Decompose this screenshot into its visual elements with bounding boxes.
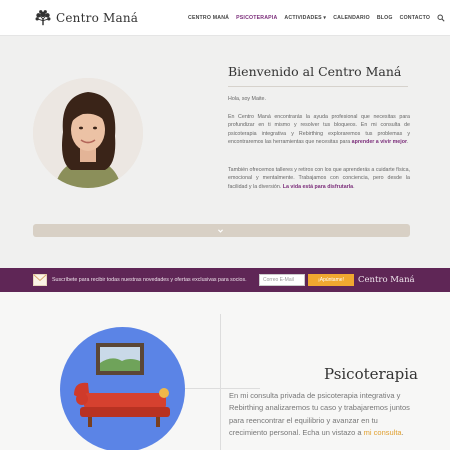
psicoterapia-title: Psicoterapia	[324, 365, 418, 383]
nav-item-blog[interactable]: BLOG	[377, 15, 393, 21]
welcome-section: Bienvenido al Centro Maná Hola, soy Mait…	[0, 36, 450, 268]
therapist-portrait	[33, 78, 143, 188]
psicoterapia-description: En mi consulta privada de psicoterapia i…	[229, 390, 411, 440]
nav-item-psicoterapia[interactable]: PSICOTERAPIA	[236, 15, 277, 21]
logo-text: Centro Maná	[56, 11, 139, 25]
newsletter-email-input[interactable]: Correo E-Mail	[259, 274, 305, 286]
nav-item-calendario[interactable]: CALENDARIO	[333, 15, 370, 21]
scroll-down-bar[interactable]	[33, 224, 410, 237]
newsletter-submit-button[interactable]: ¡Apúntame!	[308, 274, 354, 286]
main-nav: CENTRO MANÁ PSICOTERAPIA ACTIVIDADES ▾ C…	[188, 14, 445, 22]
envelope-icon	[33, 274, 47, 286]
chevron-down-icon[interactable]	[217, 227, 224, 234]
vertical-divider	[220, 314, 221, 450]
welcome-paragraph-1-highlight: aprender a vivir mejor	[351, 139, 408, 146]
portrait-image	[33, 78, 143, 188]
search-icon[interactable]	[437, 14, 445, 22]
newsletter-band: Suscríbete para recibir todas nuestras n…	[0, 268, 450, 292]
nav-item-contacto[interactable]: CONTACTO	[400, 15, 431, 21]
title-divider	[228, 86, 408, 87]
welcome-greeting: Hola, soy Maite.	[228, 96, 266, 102]
therapy-couch-illustration	[60, 327, 185, 450]
welcome-paragraph-2: También ofrecemos talleres y retiros con…	[228, 166, 410, 191]
welcome-paragraph-2-end: .	[353, 183, 355, 190]
site-logo[interactable]: Centro Maná	[34, 9, 138, 27]
welcome-paragraph-1-end: .	[407, 139, 409, 146]
newsletter-text: Suscríbete para recibir todas nuestras n…	[52, 277, 247, 283]
site-header: Centro Maná CENTRO MANÁ PSICOTERAPIA ACT…	[0, 0, 450, 36]
welcome-paragraph-2-highlight: La vida está para disfrutarla	[282, 183, 354, 190]
welcome-paragraph-1: En Centro Maná encontrarás la ayuda prof…	[228, 113, 410, 147]
mi-consulta-link[interactable]: mi consulta	[364, 428, 402, 437]
newsletter-brand: Centro Maná	[358, 275, 415, 285]
welcome-title: Bienvenido al Centro Maná	[228, 64, 402, 79]
psicoterapia-section: Psicoterapia En mi consulta privada de p…	[0, 292, 450, 450]
nav-item-centro-mana[interactable]: CENTRO MANÁ	[188, 15, 229, 21]
tree-logo-icon	[35, 10, 51, 26]
psicoterapia-description-end: .	[401, 428, 404, 438]
nav-item-actividades[interactable]: ACTIVIDADES ▾	[284, 15, 326, 21]
